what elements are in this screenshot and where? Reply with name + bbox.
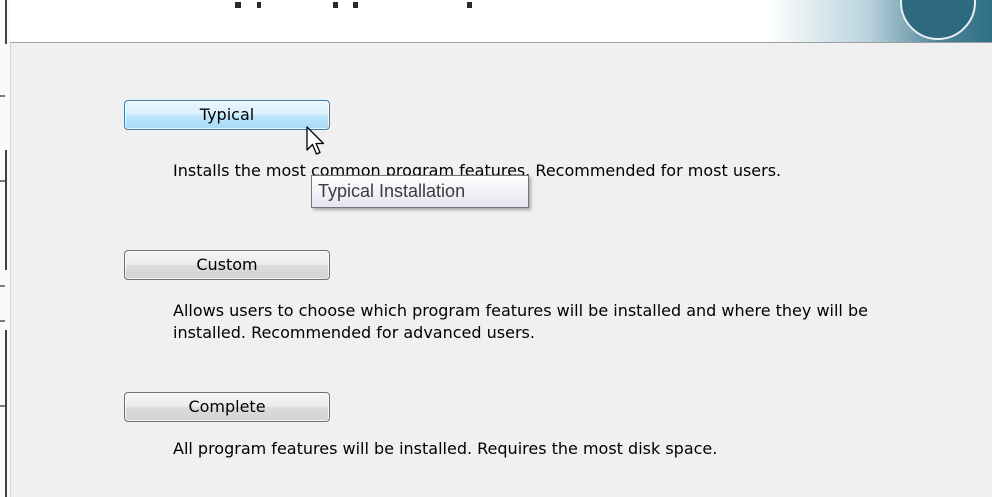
edge-tick [0, 405, 5, 407]
edge-tick [0, 320, 5, 322]
complete-button[interactable]: Complete [124, 392, 330, 422]
typical-button[interactable]: Typical [124, 100, 330, 130]
edge-tick [0, 285, 5, 287]
installer-logo-icon [900, 0, 976, 40]
complete-description: All program features will be installed. … [173, 439, 718, 458]
wizard-header [10, 0, 992, 43]
edge-tick [0, 95, 5, 97]
tooltip: Typical Installation [311, 175, 529, 208]
header-banner [767, 0, 992, 42]
custom-button[interactable]: Custom [124, 250, 330, 280]
arrow-pointer-icon [306, 126, 325, 155]
edge-line [5, 0, 7, 44]
custom-description: Allows users to choose which program fea… [173, 301, 868, 342]
header-clipped-text [235, 0, 495, 10]
edge-tick [0, 180, 5, 182]
edge-line [5, 150, 7, 270]
window-left-edge [0, 0, 11, 497]
typical-description: Installs the most common program feature… [173, 161, 782, 180]
edge-line [5, 330, 7, 497]
